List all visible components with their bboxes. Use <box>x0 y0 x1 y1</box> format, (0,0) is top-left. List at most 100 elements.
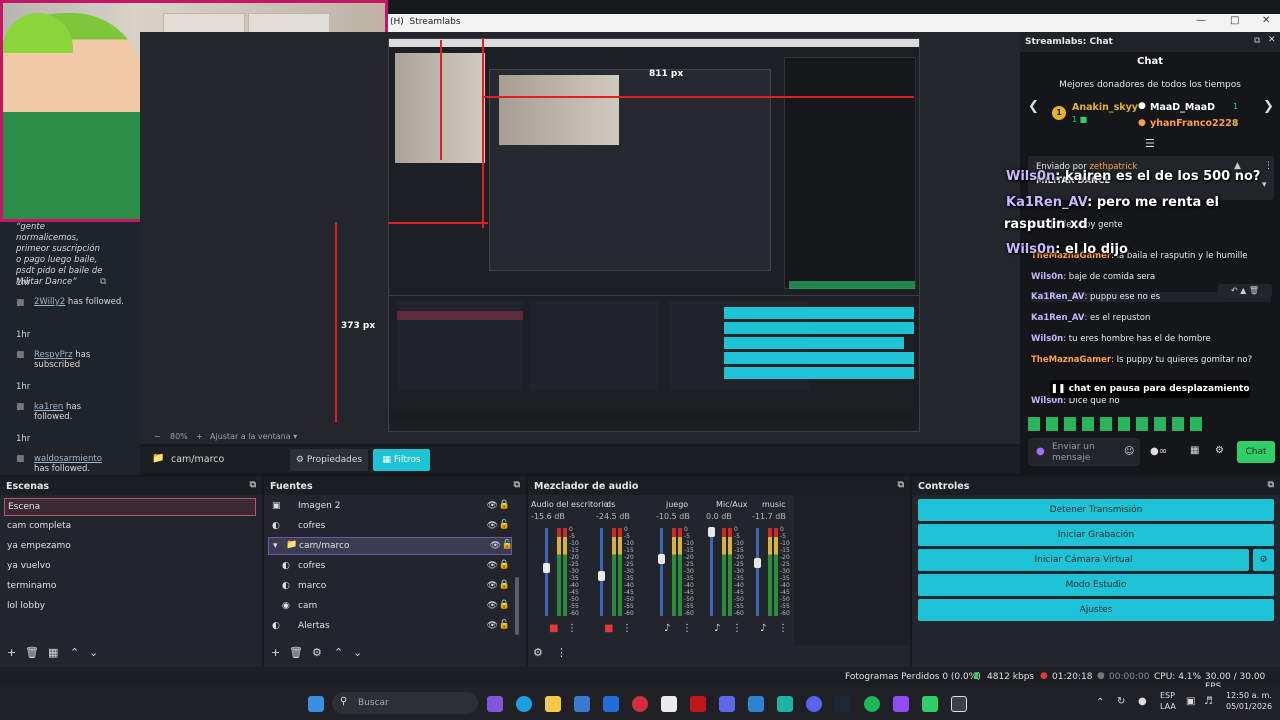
discord-icon[interactable] <box>806 696 822 712</box>
muted-speaker-icon[interactable]: ■ <box>604 623 613 634</box>
app-icon[interactable] <box>661 696 677 712</box>
source-item[interactable]: ◉ cam 👁 🔒 <box>268 598 510 616</box>
virtual-camera-gear-icon[interactable]: ⚙ <box>1253 549 1274 571</box>
chat-send-button[interactable]: Chat <box>1237 441 1275 463</box>
event-user[interactable]: 2Willy2 <box>34 297 65 307</box>
steam-icon[interactable] <box>835 696 851 712</box>
app-icon[interactable] <box>777 696 793 712</box>
emote-bar[interactable] <box>1028 417 1208 431</box>
tray-icon[interactable]: ↻ <box>1117 696 1125 707</box>
stop-streaming-button[interactable]: Detener Transmisión <box>918 499 1274 521</box>
store-icon[interactable] <box>574 696 590 712</box>
clock-date[interactable]: 05/01/2026 <box>1226 702 1272 711</box>
source-item[interactable]: ◐ cofres 👁 🔒 <box>268 558 510 576</box>
language-indicator-2[interactable]: LAA <box>1160 702 1176 711</box>
lock-icon[interactable]: 🔓 <box>499 520 510 530</box>
teams-icon[interactable] <box>719 696 735 712</box>
arrow-down-icon[interactable]: ⌄ <box>89 646 98 659</box>
lock-icon[interactable]: 🔒 <box>499 580 510 590</box>
streamlabs-icon[interactable] <box>951 696 967 712</box>
donor-name[interactable]: yhanFranco2228 <box>1150 118 1238 129</box>
scene-item[interactable]: ya vuelvo <box>4 558 256 576</box>
source-item[interactable]: ◐ Alertas 👁 🔓 <box>268 618 510 636</box>
popout-icon[interactable]: ⧉ <box>1254 36 1260 46</box>
speaker-icon[interactable]: ♪ <box>714 623 720 634</box>
add-icon[interactable]: + <box>271 646 280 659</box>
mic-tray-icon[interactable]: ● <box>1138 696 1147 707</box>
volume-fader[interactable] <box>710 528 713 616</box>
lock-icon[interactable]: 🔒 <box>499 500 510 510</box>
points-icon[interactable]: ●∞ <box>1150 446 1167 457</box>
channel-menu-icon[interactable]: ⋮ <box>732 623 742 634</box>
scene-item[interactable]: lol lobby <box>4 598 256 616</box>
lock-icon[interactable]: 🔓 <box>499 620 510 630</box>
language-indicator[interactable]: ESP <box>1160 691 1175 700</box>
audio-settings-icon[interactable]: ⚙ <box>533 646 543 659</box>
eye-icon[interactable]: 👁 <box>487 521 498 531</box>
eye-icon[interactable]: 👁 <box>487 601 498 611</box>
clock-time[interactable]: 12:50 a. m. <box>1226 691 1272 700</box>
opera-icon[interactable] <box>632 696 648 712</box>
minimize-icon[interactable]: — <box>1196 15 1206 26</box>
chevron-down-icon[interactable]: ▾ <box>1262 180 1267 190</box>
taskbar-search[interactable]: ⚲ Buscar <box>332 692 478 714</box>
chat-settings-icon[interactable]: ⚙ <box>1215 445 1224 456</box>
settings-button[interactable]: Ajustes <box>918 599 1274 621</box>
scene-item[interactable]: Escena <box>4 498 256 516</box>
source-item[interactable]: ◐ cofres 👁 🔓 <box>268 518 510 536</box>
close-icon[interactable]: ✕ <box>1262 15 1270 26</box>
donor-name[interactable]: MaaD_MaaD <box>1150 102 1215 113</box>
event-user[interactable]: ka1ren <box>34 402 63 412</box>
volume-fader[interactable] <box>660 528 663 616</box>
chevron-down-icon[interactable]: ▾ <box>273 541 278 551</box>
scene-item[interactable]: terminamo <box>4 578 256 596</box>
spotify-icon[interactable] <box>864 696 880 712</box>
arrow-up-icon[interactable]: ⌃ <box>70 646 79 659</box>
channel-menu-icon[interactable]: ⋮ <box>567 623 577 634</box>
twitch-icon[interactable] <box>893 696 909 712</box>
eye-icon[interactable]: 👁 <box>487 581 498 591</box>
gear-icon[interactable]: ⚙ <box>312 646 322 659</box>
fader-knob[interactable] <box>598 571 605 582</box>
muted-speaker-icon[interactable]: ■ <box>549 623 558 634</box>
chevron-left-icon[interactable]: ❮ <box>1028 99 1039 114</box>
menu-icon[interactable]: ☰ <box>1145 137 1155 150</box>
more-icon[interactable]: ⋮ <box>1264 161 1273 171</box>
start-recording-button[interactable]: Iniciar Grabación <box>918 524 1274 546</box>
lock-icon[interactable]: 🔒 <box>499 600 510 610</box>
eye-icon[interactable]: 👁 <box>487 501 498 511</box>
event-user[interactable]: waldosarmiento <box>34 454 102 464</box>
more-icon[interactable]: ⋮ <box>556 646 567 659</box>
filter-icon[interactable]: ▦ <box>48 646 58 659</box>
message-actions[interactable]: ↶ ▲ 🗑 <box>1218 284 1272 298</box>
trash-icon[interactable]: 🗑 <box>25 646 39 659</box>
fader-knob[interactable] <box>754 558 761 569</box>
channel-menu-icon[interactable]: ⋮ <box>622 623 632 634</box>
lock-icon[interactable]: 🔒 <box>499 560 510 570</box>
source-item-selected[interactable]: ▾ 📁 cam/marco 👁 🔓 <box>268 537 513 555</box>
scene-item[interactable]: cam completa <box>4 518 256 536</box>
donor-name[interactable]: Anakin_skyy <box>1072 102 1138 113</box>
zoom-out-icon[interactable]: − <box>154 432 161 441</box>
start-virtual-camera-button[interactable]: Iniciar Cámara Virtual <box>918 549 1249 571</box>
copilot-icon[interactable] <box>487 696 503 712</box>
fit-window-select[interactable]: Ajustar a la ventana ▾ <box>210 432 297 441</box>
dock-popout-icon[interactable]: ⧉ <box>898 480 904 490</box>
dock-popout-icon[interactable]: ⧉ <box>1268 480 1274 490</box>
maximize-icon[interactable]: □ <box>1230 15 1239 26</box>
eye-icon[interactable]: 👁 <box>490 541 501 551</box>
volume-icon[interactable]: ♬ <box>1204 696 1213 707</box>
emoji-icon[interactable]: ☺ <box>1124 446 1134 457</box>
source-item[interactable]: ◐ marco 👁 🔒 <box>268 578 510 596</box>
eye-icon[interactable]: 👁 <box>487 621 498 631</box>
eye-icon[interactable]: 👁 <box>487 561 498 571</box>
chevron-up-icon[interactable]: ⌃ <box>1096 697 1104 708</box>
edge-icon[interactable] <box>516 696 532 712</box>
studio-mode-button[interactable]: Modo Estudio <box>918 574 1274 596</box>
fader-knob[interactable] <box>708 527 715 538</box>
properties-button[interactable]: ⚙ Propiedades <box>290 449 368 471</box>
mic-icon[interactable]: ● <box>1036 446 1045 457</box>
trash-icon[interactable]: 🗑 <box>289 646 303 659</box>
explorer-icon[interactable] <box>545 696 561 712</box>
chevron-right-icon[interactable]: ❯ <box>1263 99 1274 114</box>
